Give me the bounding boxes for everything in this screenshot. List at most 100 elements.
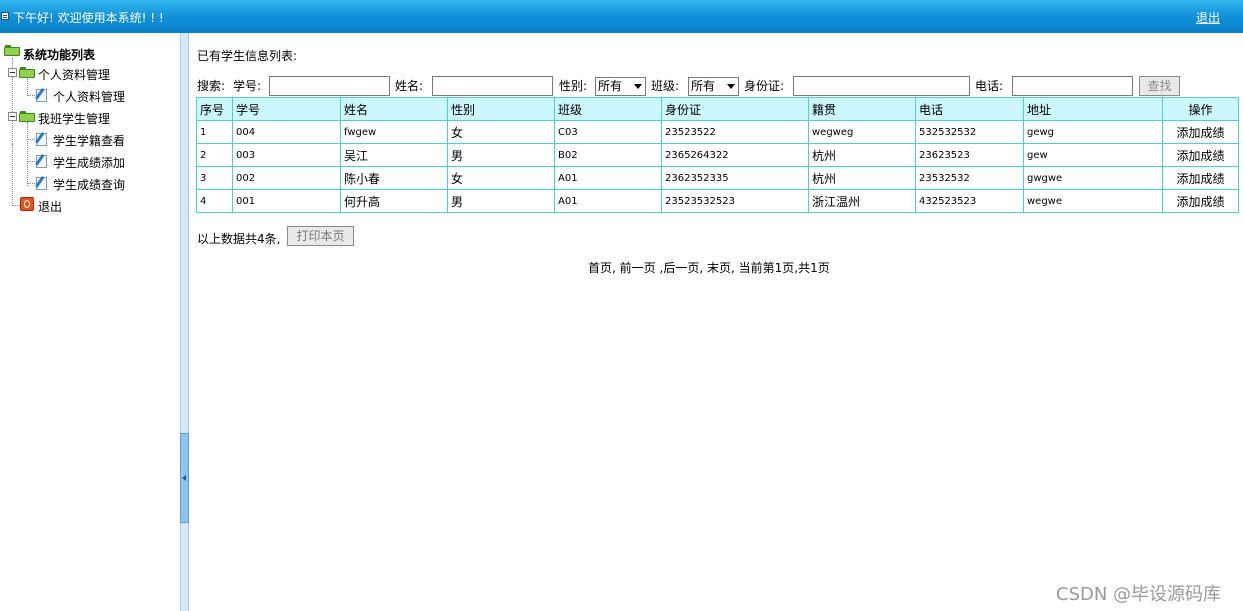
add-grade-link[interactable]: 添加成绩: [1162, 189, 1239, 213]
cell-phone: 432523523: [915, 189, 1024, 213]
phone-input[interactable]: [1012, 76, 1133, 96]
tree-item-profile[interactable]: 个人资料管理: [53, 88, 125, 105]
tree-root-label: 系统功能列表: [23, 48, 96, 62]
find-button[interactable]: 查找: [1139, 76, 1180, 96]
window-icon: [1, 12, 9, 20]
col-header-address: 地址: [1023, 97, 1163, 121]
gender-label: 性别:: [559, 79, 588, 93]
tree-line: [27, 95, 35, 96]
cell-address: wegwe: [1023, 189, 1163, 213]
top-header-bar: 下午好! 欢迎使用本系统! ! ! 退出: [0, 0, 1243, 33]
add-grade-link[interactable]: 添加成绩: [1162, 143, 1239, 167]
table-row: 3 002 陈小春 女 A01 2362352335 杭州 23532532 g…: [196, 166, 1239, 190]
tree-line: [27, 183, 35, 184]
student-id-input[interactable]: [269, 76, 390, 96]
col-header-name: 姓名: [340, 97, 448, 121]
gender-select[interactable]: 所有: [595, 77, 646, 96]
cell-name: 何升高: [340, 189, 448, 213]
watermark-text: CSDN @毕设源码库: [1056, 584, 1222, 605]
tree-line: [27, 139, 35, 140]
cell-class: C03: [554, 120, 662, 144]
cell-name: 陈小春: [340, 166, 448, 190]
add-grade-link[interactable]: 添加成绩: [1162, 120, 1239, 144]
cell-hometown: 浙江温州: [808, 189, 916, 213]
cell-phone: 23532532: [915, 166, 1024, 190]
tree-line: [27, 78, 28, 96]
pager-last-link[interactable]: 末页,: [707, 261, 735, 275]
tree-item-exit[interactable]: 退出: [38, 198, 62, 215]
cell-name: 吴江: [340, 143, 448, 167]
name-input[interactable]: [432, 76, 553, 96]
search-prefix-label: 搜索:: [197, 79, 226, 93]
cell-hometown: wegweg: [808, 120, 916, 144]
col-header-class: 班级: [554, 97, 662, 121]
col-header-id-card: 身份证: [661, 97, 809, 121]
cell-student-id: 001: [232, 189, 341, 213]
power-icon: [20, 197, 34, 211]
cell-name: fwgew: [340, 120, 448, 144]
cell-hometown: 杭州: [808, 143, 916, 167]
pager-first-link[interactable]: 首页,: [588, 261, 616, 275]
pager-next-link[interactable]: ,后一页,: [660, 261, 704, 275]
cell-class: A01: [554, 166, 662, 190]
cell-address: gew: [1023, 143, 1163, 167]
cell-gender: 男: [447, 189, 555, 213]
cell-id-card: 2362352335: [661, 166, 809, 190]
cell-address: gewg: [1023, 120, 1163, 144]
cell-class: B02: [554, 143, 662, 167]
col-header-phone: 电话: [915, 97, 1024, 121]
cell-class: A01: [554, 189, 662, 213]
name-label: 姓名:: [395, 79, 424, 93]
id-card-input[interactable]: [793, 76, 970, 96]
sidebar-splitter[interactable]: [180, 33, 189, 611]
class-select[interactable]: 所有: [688, 77, 739, 96]
phone-label: 电话:: [975, 79, 1004, 93]
class-label: 班级:: [651, 79, 680, 93]
col-header-gender: 性别: [447, 97, 555, 121]
search-bar: 搜索: 学号: 姓名: 性别: 所有 班级: 所有 身份证: 电话: 查找: [197, 76, 1237, 96]
cell-id-card: 23523532523: [661, 189, 809, 213]
collapse-toggle-icon[interactable]: [8, 68, 17, 77]
print-page-button[interactable]: 打印本页: [287, 226, 354, 246]
table-row: 1 004 fwgew 女 C03 23523522 wegweg 532532…: [196, 120, 1239, 144]
class-select-value: 所有: [691, 79, 716, 93]
folder-open-icon: [19, 67, 35, 78]
col-header-student-id: 学号: [232, 97, 341, 121]
cell-student-id: 004: [232, 120, 341, 144]
cell-id-card: 23523522: [661, 120, 809, 144]
col-header-index: 序号: [196, 97, 233, 121]
tree-item-add-grades[interactable]: 学生成绩添加: [53, 154, 125, 171]
tree-group-students[interactable]: 我班学生管理: [38, 110, 110, 127]
pagination: 首页, 前一页 ,后一页, 末页, 当前第1页,共1页: [588, 259, 830, 276]
cell-phone: 532532532: [915, 120, 1024, 144]
table-row: 4 001 何升高 男 A01 23523532523 浙江温州 4325235…: [196, 189, 1239, 213]
tree-item-query-grades[interactable]: 学生成绩查询: [53, 176, 125, 193]
collapse-sidebar-handle[interactable]: [180, 433, 189, 523]
cell-student-id: 002: [232, 166, 341, 190]
pager-status: 当前第1页,共1页: [738, 261, 830, 275]
cell-index: 2: [196, 143, 233, 167]
tree-group-personal[interactable]: 个人资料管理: [38, 66, 110, 83]
edit-page-icon: [35, 132, 50, 147]
id-card-label: 身份证:: [744, 79, 785, 93]
tree-item-view-records[interactable]: 学生学籍查看: [53, 132, 125, 149]
record-count-text: 以上数据共4条,: [197, 232, 281, 246]
edit-page-icon: [35, 88, 50, 103]
cell-hometown: 杭州: [808, 166, 916, 190]
student-table: 序号 学号 姓名 性别 班级 身份证 籍贯 电话 地址 操作 1 004 fwg…: [196, 97, 1239, 213]
cell-id-card: 2365264322: [661, 143, 809, 167]
cell-index: 4: [196, 189, 233, 213]
tree-line: [27, 122, 28, 186]
cell-student-id: 003: [232, 143, 341, 167]
collapse-toggle-icon[interactable]: [8, 112, 17, 121]
pager-prev-link[interactable]: 前一页: [620, 261, 656, 275]
greeting-text: 下午好! 欢迎使用本系统! ! !: [13, 11, 164, 25]
edit-page-icon: [35, 176, 50, 191]
cell-gender: 女: [447, 166, 555, 190]
logout-link[interactable]: 退出: [1196, 9, 1220, 26]
folder-open-icon: [19, 111, 35, 122]
tree-line: [27, 161, 35, 162]
add-grade-link[interactable]: 添加成绩: [1162, 166, 1239, 190]
cell-gender: 女: [447, 120, 555, 144]
col-header-hometown: 籍贯: [808, 97, 916, 121]
